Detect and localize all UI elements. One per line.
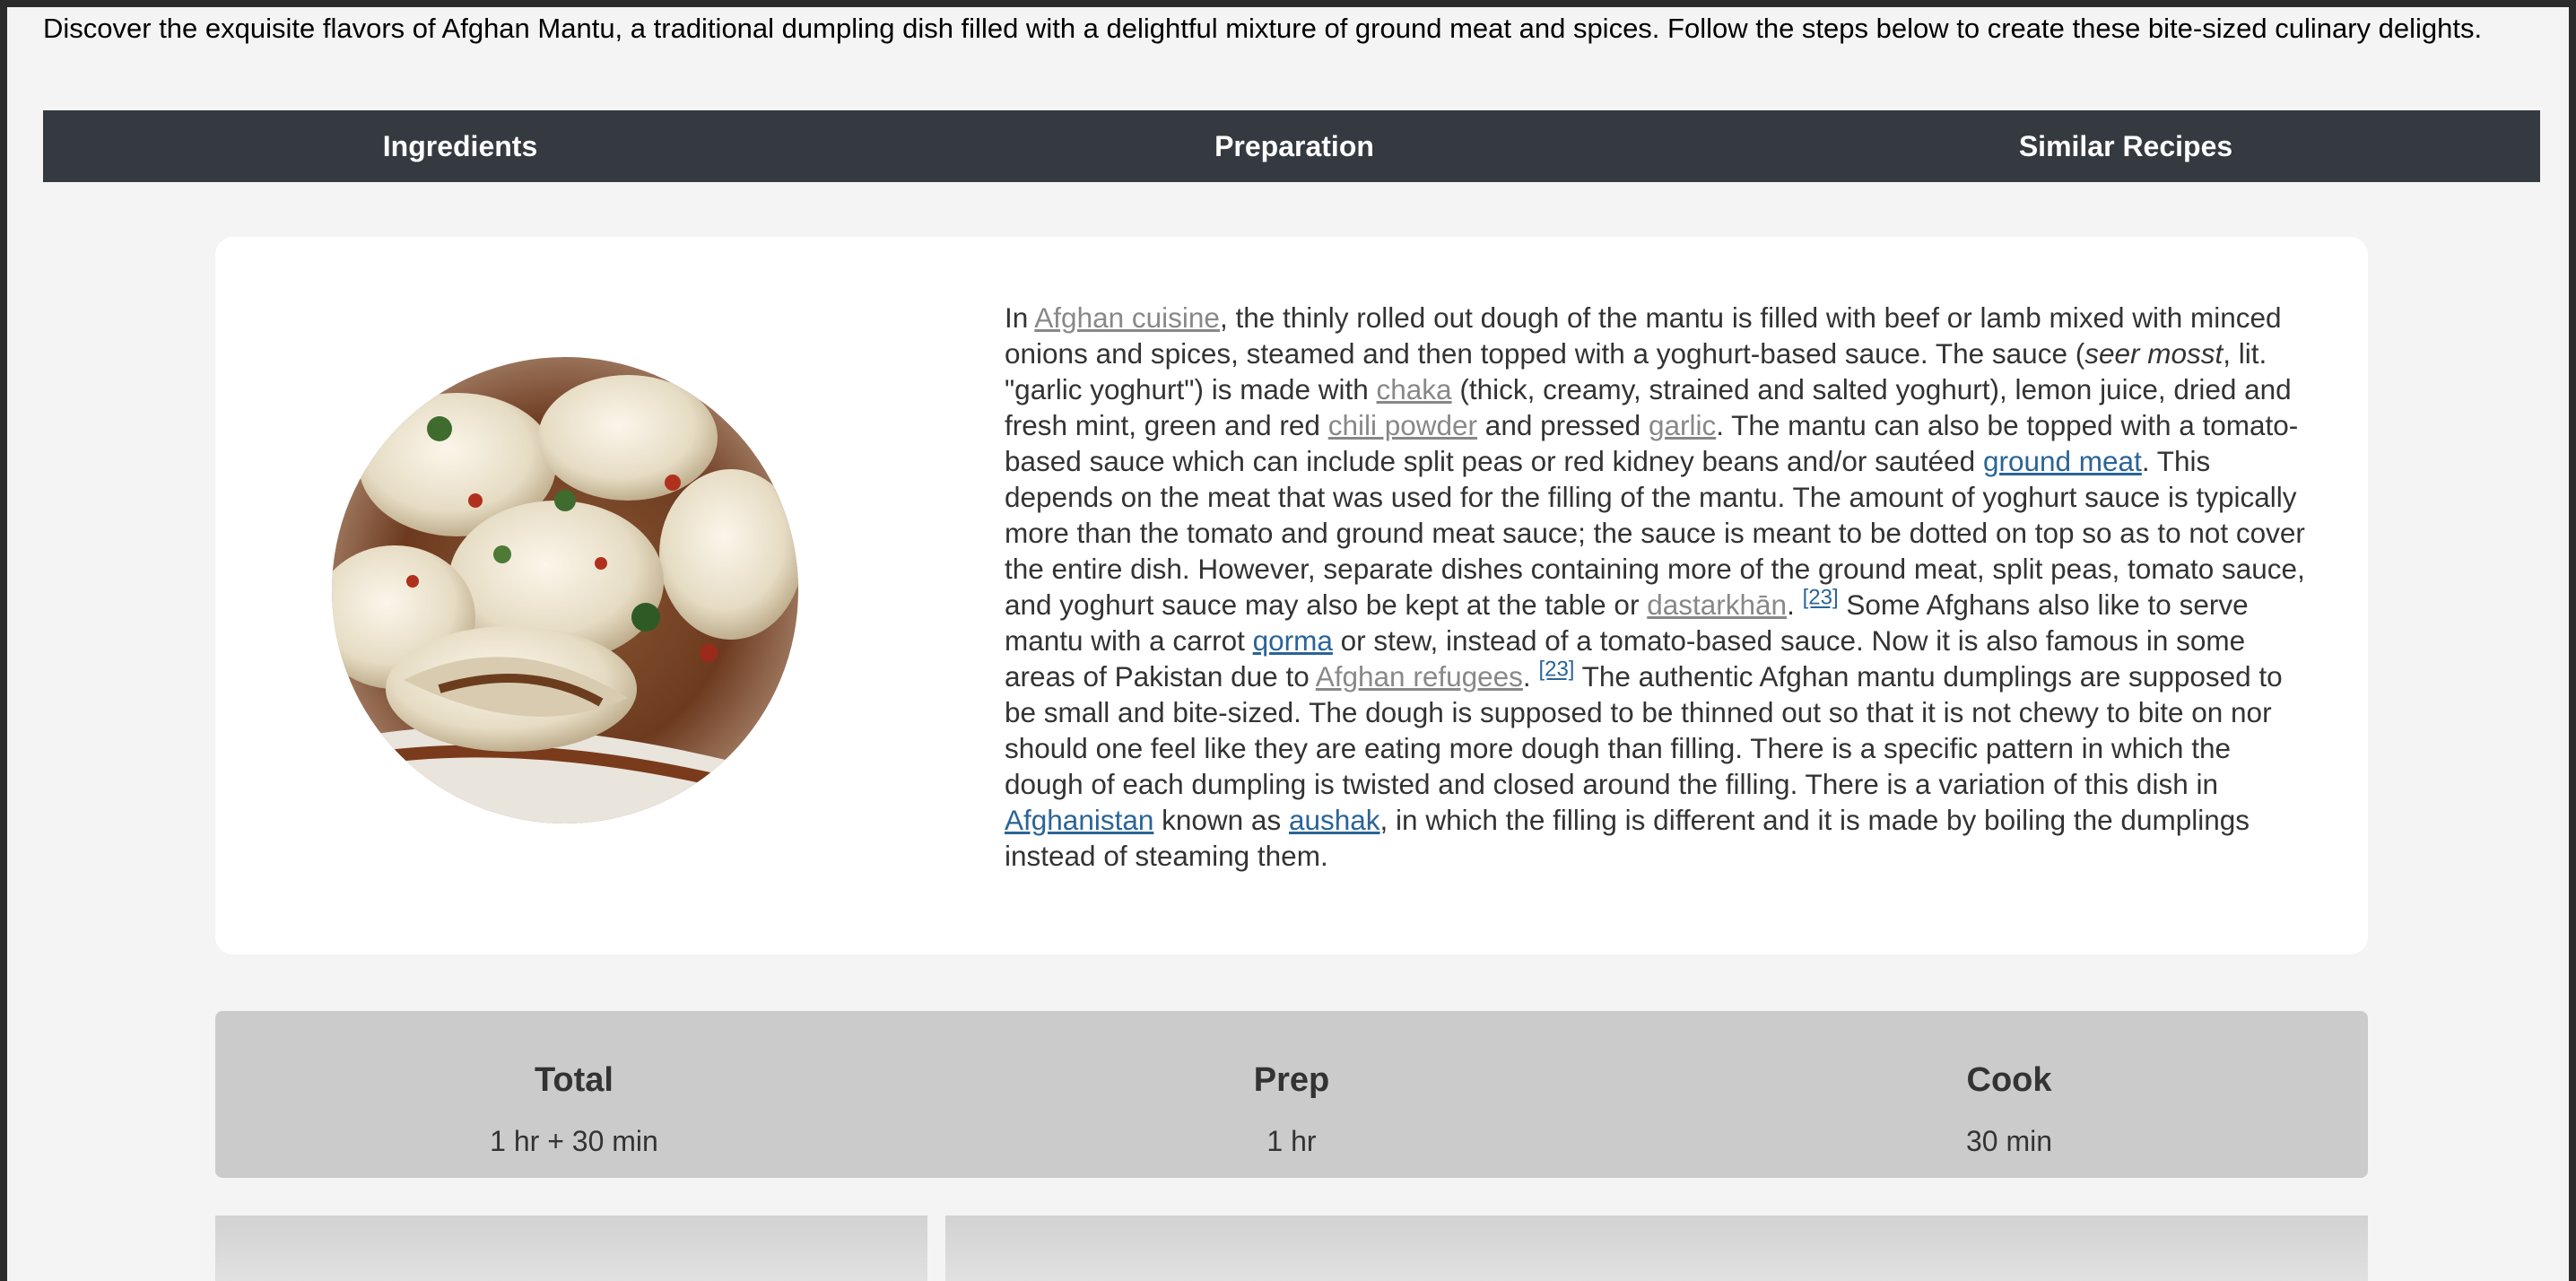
cook-time-label: Cook bbox=[1966, 1061, 2052, 1099]
nav-tab-similar-recipes[interactable]: Similar Recipes bbox=[1711, 110, 2540, 182]
citation-link-23[interactable]: [23] bbox=[1803, 586, 1839, 610]
total-time-value: 1 hr + 30 min bbox=[490, 1125, 658, 1157]
desc-emphasis-seer-mosst: seer mosst bbox=[2084, 337, 2224, 370]
citation-ref: [23] bbox=[1538, 658, 1574, 682]
nav-tab-preparation[interactable]: Preparation bbox=[877, 110, 1711, 182]
desc-text: known as bbox=[1153, 804, 1289, 836]
link-dastarkhan[interactable]: dastarkhān bbox=[1647, 588, 1787, 621]
total-time-label: Total bbox=[535, 1061, 614, 1099]
cook-time: Cook 30 min bbox=[1650, 1011, 2368, 1158]
preparation-panel bbox=[945, 1216, 2368, 1281]
description-card: In Afghan cuisine, the thinly rolled out… bbox=[215, 237, 2368, 954]
ingredients-panel bbox=[215, 1216, 927, 1281]
link-afghan-refugees[interactable]: Afghan refugees bbox=[1316, 660, 1523, 693]
desc-text: . bbox=[1787, 588, 1803, 621]
link-garlic[interactable]: garlic bbox=[1649, 409, 1716, 441]
cook-time-value: 30 min bbox=[1965, 1125, 2053, 1157]
link-qorma[interactable]: qorma bbox=[1253, 624, 1333, 657]
desc-text: In bbox=[1005, 301, 1035, 334]
recipe-nav-bar: Ingredients Preparation Similar Recipes bbox=[43, 110, 2540, 182]
citation-link-23[interactable]: [23] bbox=[1538, 658, 1574, 682]
cooking-times-panel: Total 1 hr + 30 min Prep 1 hr Cook 30 mi… bbox=[215, 1011, 2368, 1178]
intro-text: Discover the exquisite flavors of Afghan… bbox=[43, 13, 2483, 44]
total-time: Total 1 hr + 30 min bbox=[215, 1011, 933, 1158]
prep-time: Prep 1 hr bbox=[933, 1011, 1650, 1158]
link-chili-powder[interactable]: chili powder bbox=[1328, 409, 1477, 441]
prep-time-value: 1 hr bbox=[1266, 1125, 1317, 1157]
prep-time-label: Prep bbox=[1253, 1061, 1330, 1099]
link-chaka[interactable]: chaka bbox=[1377, 373, 1452, 405]
mantu-dish-photo bbox=[332, 357, 798, 824]
nav-tab-ingredients[interactable]: Ingredients bbox=[43, 110, 877, 182]
citation-ref: [23] bbox=[1803, 586, 1839, 610]
desc-text: . bbox=[1522, 660, 1539, 693]
desc-text: and pressed bbox=[1477, 409, 1649, 441]
mantu-description: In Afghan cuisine, the thinly rolled out… bbox=[1005, 300, 2314, 874]
link-aushak[interactable]: aushak bbox=[1289, 804, 1380, 836]
link-afghanistan[interactable]: Afghanistan bbox=[1005, 804, 1153, 836]
link-afghan-cuisine[interactable]: Afghan cuisine bbox=[1034, 301, 1220, 334]
recipe-page: Discover the exquisite flavors of Afghan… bbox=[7, 7, 2569, 1281]
link-ground-meat[interactable]: ground meat bbox=[1983, 445, 2142, 477]
